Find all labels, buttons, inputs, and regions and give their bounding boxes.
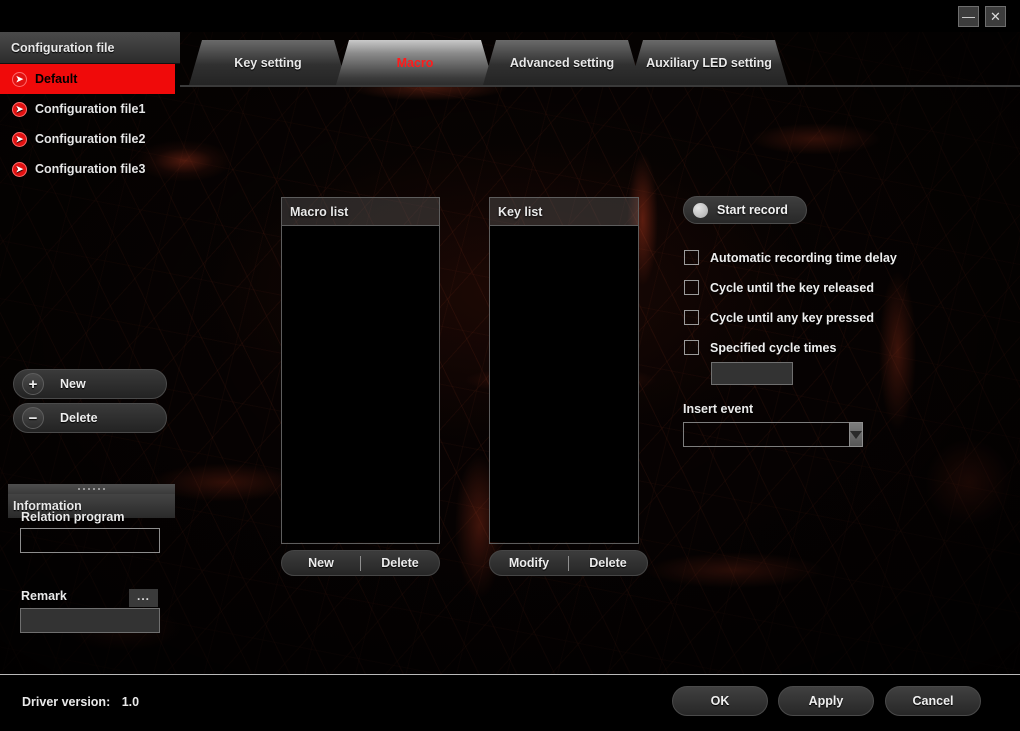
- macro-new-button[interactable]: New: [282, 556, 360, 570]
- macro-delete-button[interactable]: Delete: [361, 556, 439, 570]
- delete-profile-button[interactable]: − Delete: [13, 403, 167, 433]
- key-list-actions: Modify Delete: [489, 550, 648, 576]
- driver-version-value: 1.0: [121, 695, 140, 709]
- cancel-button[interactable]: Cancel: [885, 686, 981, 716]
- macro-list-title: Macro list: [282, 198, 439, 226]
- title-bar: — ✕: [0, 0, 1020, 32]
- sidebar-item-configuration-file1[interactable]: ➤ Configuration file1: [0, 94, 180, 124]
- apply-button[interactable]: Apply: [778, 686, 874, 716]
- new-profile-button[interactable]: + New: [13, 369, 167, 399]
- sidebar-item-configuration-file3[interactable]: ➤ Configuration file3: [0, 154, 180, 184]
- tab-advanced-setting[interactable]: Advanced setting: [483, 40, 641, 85]
- configuration-sidebar: Configuration file ➤ Default ➤ Configura…: [0, 32, 180, 674]
- sidebar-header: Configuration file: [0, 32, 180, 64]
- sidebar-item-label: Default: [35, 72, 78, 86]
- sidebar-splitter[interactable]: [8, 484, 175, 494]
- tab-bar-divider: [180, 85, 1020, 87]
- ok-button[interactable]: OK: [672, 686, 768, 716]
- key-modify-button[interactable]: Modify: [490, 556, 568, 570]
- minus-icon: −: [22, 407, 44, 429]
- sidebar-item-label: Configuration file2: [35, 132, 146, 146]
- tab-macro[interactable]: Macro: [336, 40, 494, 85]
- sidebar-item-label: Configuration file3: [35, 162, 146, 176]
- remark-input[interactable]: [20, 608, 160, 633]
- macro-list-items[interactable]: [282, 226, 439, 542]
- tab-auxiliary-led-setting[interactable]: Auxiliary LED setting: [630, 40, 788, 85]
- tab-label: Key setting: [234, 55, 302, 70]
- tab-label: Advanced setting: [509, 55, 615, 70]
- driver-version: Driver version: 1.0: [22, 695, 139, 709]
- delete-profile-label: Delete: [60, 411, 98, 425]
- plus-icon: +: [22, 373, 44, 395]
- browse-button[interactable]: ...: [129, 589, 158, 607]
- key-delete-button[interactable]: Delete: [569, 556, 647, 570]
- key-list-items[interactable]: [490, 226, 638, 542]
- key-list-box: Key list: [489, 197, 639, 544]
- tab-label: Auxiliary LED setting: [646, 55, 772, 70]
- config-profile-icon: ➤: [12, 101, 27, 117]
- tab-label: Macro: [396, 55, 434, 70]
- configuration-file-list: ➤ Default ➤ Configuration file1 ➤ Config…: [0, 64, 180, 184]
- config-profile-icon: ➤: [12, 131, 27, 147]
- relation-program-input[interactable]: [20, 528, 160, 553]
- sidebar-item-configuration-file2[interactable]: ➤ Configuration file2: [0, 124, 180, 154]
- close-button[interactable]: ✕: [985, 6, 1006, 27]
- minimize-button[interactable]: —: [958, 6, 979, 27]
- driver-version-label: Driver version:: [22, 695, 111, 709]
- config-profile-icon: ➤: [12, 161, 27, 177]
- sidebar-item-label: Configuration file1: [35, 102, 146, 116]
- application-window: — ✕ Configuration file ➤ Default ➤ Confi…: [0, 0, 1020, 731]
- footer-bar: Driver version: 1.0 OK Apply Cancel: [0, 675, 1020, 731]
- config-profile-icon: ➤: [12, 71, 27, 87]
- macro-list-box: Macro list: [281, 197, 440, 544]
- sidebar-item-default[interactable]: ➤ Default: [0, 64, 175, 94]
- tab-key-setting[interactable]: Key setting: [189, 40, 347, 85]
- new-profile-label: New: [60, 377, 86, 391]
- tab-bar: Key setting Macro Advanced setting Auxil…: [180, 32, 1020, 86]
- macro-list-actions: New Delete: [281, 550, 440, 576]
- macro-panel: Macro list New Delete Key list Modify De…: [180, 87, 1020, 674]
- key-list-title: Key list: [490, 198, 638, 226]
- relation-program-label: Relation program: [21, 510, 125, 524]
- remark-label: Remark: [21, 589, 67, 603]
